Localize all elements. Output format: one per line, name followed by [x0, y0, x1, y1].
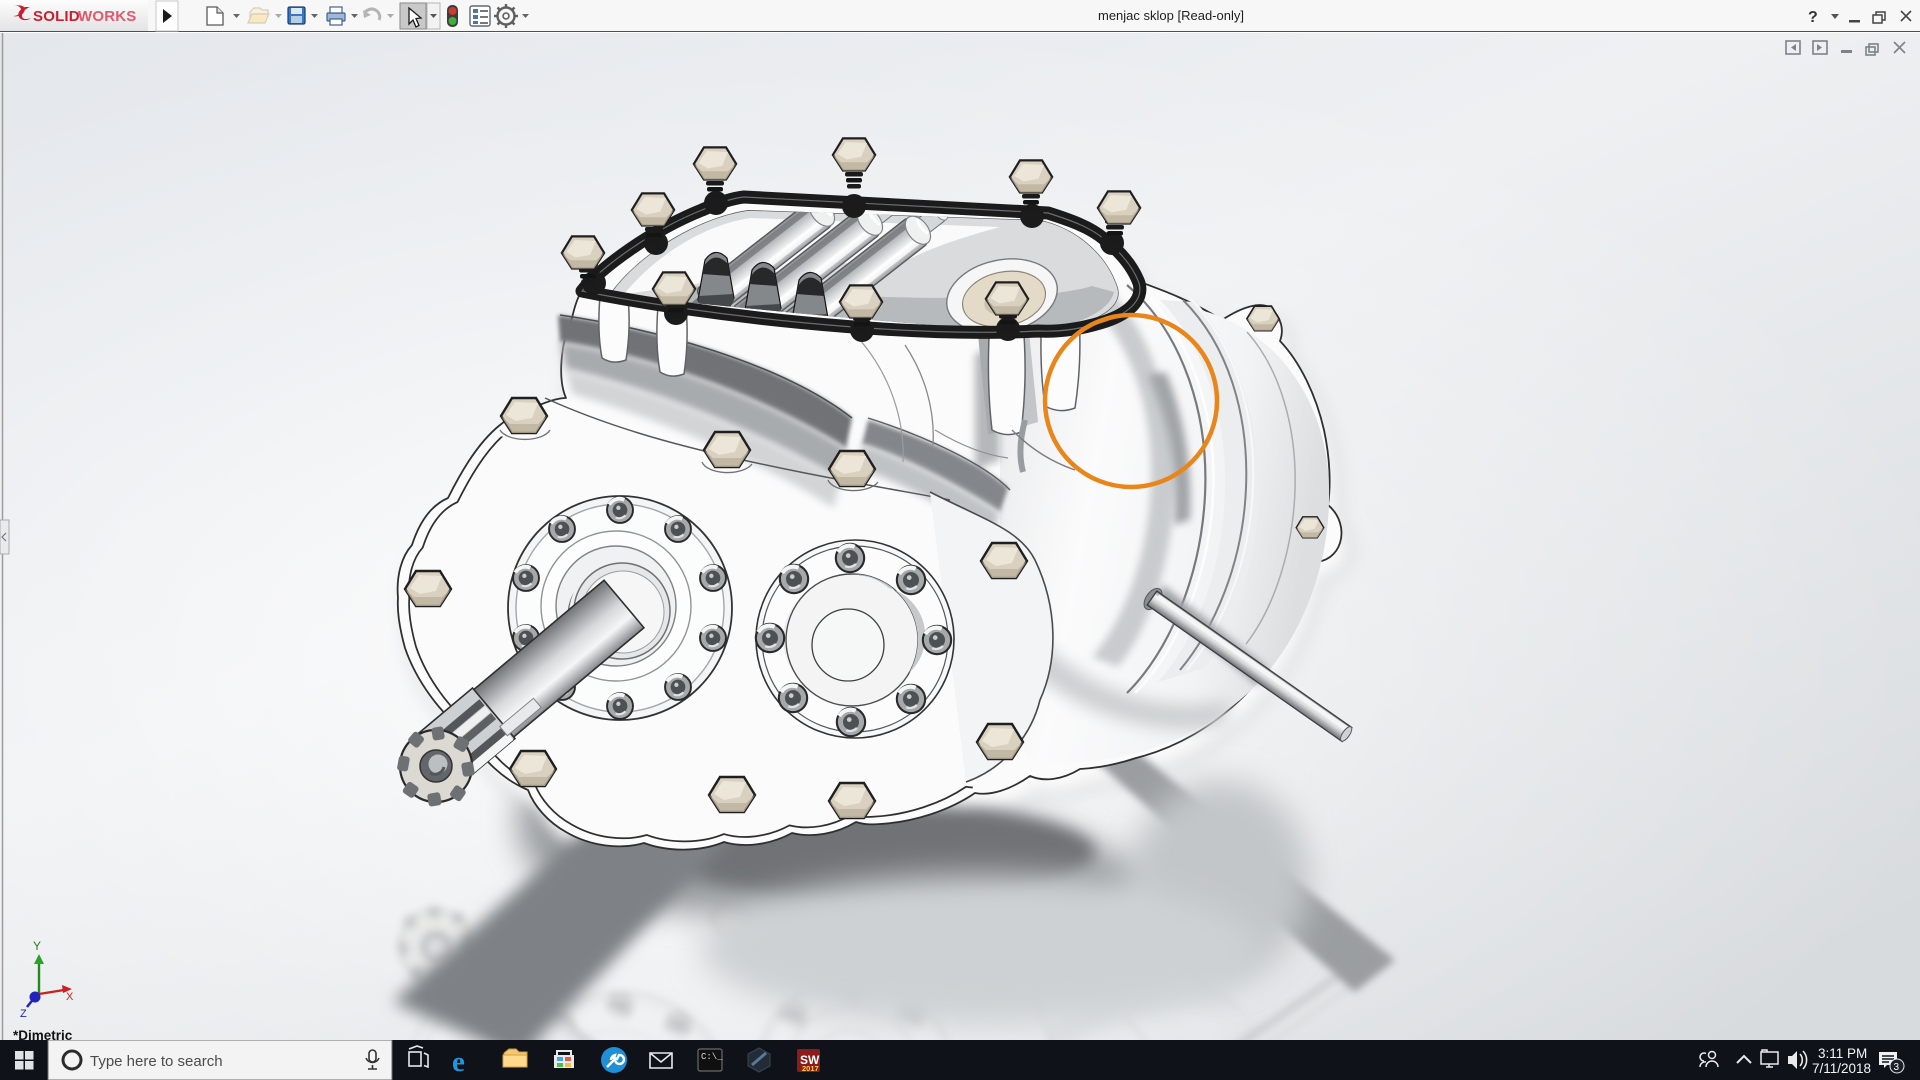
- svg-text:?: ?: [1808, 9, 1818, 26]
- svg-text:X: X: [66, 991, 74, 1003]
- svg-text:7/11/2018: 7/11/2018: [1812, 1061, 1871, 1076]
- svg-text:Y: Y: [33, 939, 41, 953]
- svg-text:C:\_: C:\_: [701, 1052, 723, 1062]
- svg-text:e: e: [452, 1046, 465, 1078]
- svg-text:2017: 2017: [802, 1064, 819, 1073]
- svg-text:Type here to search: Type here to search: [90, 1053, 223, 1070]
- svg-text:3:11 PM: 3:11 PM: [1818, 1046, 1867, 1061]
- svg-text:SOLID: SOLID: [33, 8, 80, 25]
- svg-text:*Dimetric: *Dimetric: [13, 1028, 73, 1040]
- svg-text:WORKS: WORKS: [78, 8, 137, 25]
- svg-text:3: 3: [1894, 1062, 1900, 1073]
- svg-text:menjac sklop [Read-only]: menjac sklop [Read-only]: [1098, 8, 1244, 23]
- svg-text:Z: Z: [20, 1008, 27, 1020]
